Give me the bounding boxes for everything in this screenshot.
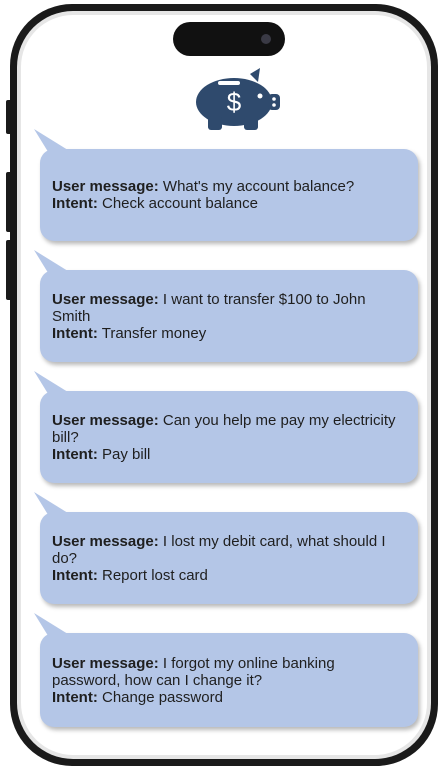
user-message-label: User message: bbox=[52, 411, 159, 429]
message-bubble: User message: I forgot my online banking… bbox=[34, 613, 418, 727]
intent-text: Check account balance bbox=[102, 195, 258, 212]
message-bubble: User message: Can you help me pay my ele… bbox=[34, 371, 418, 483]
intent-line: Intent: Change password bbox=[52, 689, 406, 706]
intent-line: Intent: Pay bill bbox=[52, 446, 406, 463]
camera-lens bbox=[261, 34, 271, 44]
user-message-line: User message: I want to transfer $100 to… bbox=[52, 291, 406, 325]
bubble-tail bbox=[34, 250, 76, 276]
intent-text: Pay bill bbox=[102, 445, 151, 463]
intent-line: Intent: Transfer money bbox=[52, 325, 406, 342]
bubble-tail bbox=[34, 371, 76, 397]
intent-label: Intent: bbox=[52, 445, 98, 463]
intent-text: Report lost card bbox=[102, 566, 208, 584]
user-message-label: User message: bbox=[52, 654, 159, 672]
intent-text: Change password bbox=[102, 688, 223, 706]
user-message-text: What's my account balance? bbox=[162, 178, 355, 195]
user-message-label: User message: bbox=[52, 290, 159, 308]
user-message-label: User message: bbox=[52, 532, 159, 550]
user-message-line: User message: I forgot my online banking… bbox=[52, 655, 406, 689]
message-bubble: User message: I lost my debit card, what… bbox=[34, 492, 418, 604]
intent-line: Intent: Report lost card bbox=[52, 567, 406, 584]
bubble-tail bbox=[34, 129, 76, 155]
piggy-bank-dollar-icon: $ bbox=[196, 68, 280, 130]
user-message-line: User message: Can you help me pay my ele… bbox=[52, 412, 406, 446]
phone-diagram: $ User message: What's my account balanc… bbox=[0, 0, 446, 771]
intent-label: Intent: bbox=[52, 324, 98, 342]
message-bubble: User message: I want to transfer $100 to… bbox=[34, 250, 418, 362]
user-message-line: User message: I lost my debit card, what… bbox=[52, 533, 406, 567]
user-message-label: User message: bbox=[52, 178, 159, 195]
dollar-symbol: $ bbox=[227, 87, 242, 117]
intent-label: Intent: bbox=[52, 688, 98, 706]
bubble-tail bbox=[34, 492, 76, 518]
bubble-tail bbox=[34, 613, 76, 639]
intent-label: Intent: bbox=[52, 195, 98, 212]
intent-line: Intent: Check account balance bbox=[52, 195, 406, 212]
user-message-line: User message: What's my account balance? bbox=[52, 178, 406, 195]
message-bubble: User message: What's my account balance?… bbox=[34, 129, 418, 241]
intent-text: Transfer money bbox=[101, 324, 207, 342]
intent-label: Intent: bbox=[52, 566, 98, 584]
